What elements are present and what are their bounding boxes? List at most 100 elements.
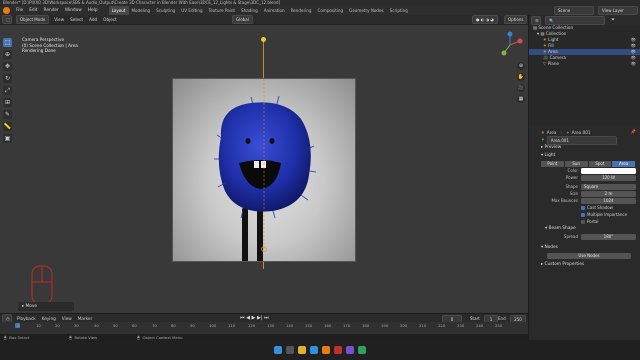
- outliner-search-field[interactable]: 🔍: [545, 15, 605, 25]
- app-icon[interactable]: [334, 346, 342, 354]
- select-box-tool-icon[interactable]: ⬚: [3, 38, 12, 47]
- annotate-tool-icon[interactable]: ✎: [3, 110, 12, 119]
- light-data-icon: ✦: [541, 137, 545, 143]
- workspace-tab-scripting[interactable]: Scripting: [387, 6, 411, 15]
- scene-selector[interactable]: Scene: [554, 6, 594, 15]
- shading-mode-buttons[interactable]: ● ◐ ◑ ◕: [472, 15, 498, 24]
- options-button[interactable]: Options: [504, 15, 528, 24]
- light-type-area[interactable]: Area: [612, 160, 635, 167]
- multiple-importance-label: Multiple Importance: [587, 212, 628, 217]
- frame-tick: 70: [152, 323, 157, 328]
- multiple-importance-row[interactable]: Multiple Importance: [541, 211, 636, 218]
- spread-label: Spread: [563, 234, 578, 239]
- add-cube-tool-icon[interactable]: ▣: [3, 134, 12, 143]
- axis-gizmo-icon[interactable]: [496, 31, 524, 59]
- power-field[interactable]: 120 W: [581, 174, 636, 181]
- frame-tick: 0: [17, 323, 20, 328]
- frame-tick: 120: [248, 323, 256, 328]
- spread-field[interactable]: 180°: [581, 233, 636, 240]
- outliner-item-plane[interactable]: ▽ Plane 👁: [529, 61, 640, 67]
- app-icon[interactable]: [358, 346, 366, 354]
- multiple-importance-checkbox[interactable]: [581, 213, 585, 217]
- cast-shadow-checkbox[interactable]: [581, 206, 585, 210]
- pin-icon[interactable]: 📌: [631, 129, 636, 135]
- frame-tick: 220: [438, 323, 446, 328]
- app-icon[interactable]: [346, 346, 354, 354]
- file-explorer-icon[interactable]: [298, 346, 306, 354]
- view-layer-name: View Layer: [602, 8, 624, 13]
- cursor-tool-icon[interactable]: ⊕: [3, 50, 12, 59]
- viewport-menu-select[interactable]: Select: [67, 15, 86, 25]
- menu-file[interactable]: File: [13, 6, 26, 15]
- outliner-panel: ▤ Scene Collection ▾ ▤ Collection ☀ Ligh…: [529, 25, 640, 125]
- max-bounces-field[interactable]: 1024: [581, 197, 636, 204]
- workspace-tab-sculpting[interactable]: Sculpting: [153, 6, 178, 15]
- viewport-menu-view[interactable]: View: [51, 15, 67, 25]
- playback-controls[interactable]: ⏮ ◀ ▶ ▶| ⏭: [240, 315, 269, 321]
- measure-tool-icon[interactable]: 📏: [3, 122, 12, 131]
- beam-shape-section-header[interactable]: ▾ Beam Shape: [541, 225, 636, 233]
- editor-type-button[interactable]: ⬚: [2, 15, 12, 24]
- use-nodes-button[interactable]: Use Nodes: [547, 252, 631, 259]
- filter-icon[interactable]: ⏷: [611, 17, 615, 23]
- move-tool-icon[interactable]: ✥: [3, 62, 12, 71]
- light-type-spot[interactable]: Spot: [588, 160, 612, 167]
- mode-selector[interactable]: Object Mode: [16, 15, 50, 24]
- light-type-sun[interactable]: Sun: [564, 160, 588, 167]
- last-operator-panel[interactable]: ▸ Move: [18, 302, 74, 311]
- camera-view-frame[interactable]: [172, 78, 356, 262]
- cast-shadow-label: Cast Shadow: [587, 205, 613, 210]
- blender-taskbar-icon[interactable]: [322, 346, 330, 354]
- frame-tick: 90: [190, 323, 195, 328]
- browser-icon[interactable]: [310, 346, 318, 354]
- timeline-ruler[interactable]: 0 10 20 30 40 50 60 70 80 90 100 110 120…: [0, 322, 528, 334]
- viewport-menu-add[interactable]: Add: [86, 15, 100, 25]
- navigation-gizmo[interactable]: [496, 31, 524, 59]
- portal-row[interactable]: Portal: [541, 218, 636, 225]
- workspace-tab-compositing[interactable]: Compositing: [314, 6, 346, 15]
- workspace-tab-shading[interactable]: Shading: [238, 6, 261, 15]
- workspace-tab-rendering[interactable]: Rendering: [288, 6, 315, 15]
- visibility-eye-icon[interactable]: 👁: [631, 61, 636, 67]
- custom-properties-section-header[interactable]: ▸ Custom Properties: [541, 261, 636, 269]
- workspace-tab-uv-editing[interactable]: UV Editing: [178, 6, 205, 15]
- transform-orientation-selector[interactable]: Global: [232, 15, 253, 24]
- portal-checkbox[interactable]: [581, 220, 585, 224]
- preview-section-header[interactable]: ▸ Preview: [541, 144, 636, 152]
- light-gizmo-icon[interactable]: [261, 37, 266, 42]
- workspace-tab-animation[interactable]: Animation: [261, 6, 288, 15]
- transform-tool-icon[interactable]: ⊞: [3, 98, 12, 107]
- size-field[interactable]: 2 m: [581, 190, 636, 197]
- cast-shadow-row[interactable]: Cast Shadow: [541, 204, 636, 211]
- shape-dropdown[interactable]: Square: [581, 183, 636, 190]
- shape-label: Shape: [565, 184, 578, 189]
- outliner-item-label: Collection: [545, 31, 567, 36]
- zoom-icon[interactable]: ⊕: [517, 62, 525, 70]
- viewport-menu-object[interactable]: Object: [100, 15, 120, 25]
- light-type-point[interactable]: Point: [541, 160, 564, 167]
- workspace-tab-texture-paint[interactable]: Texture Paint: [206, 6, 238, 15]
- grid-perspective-icon[interactable]: ▦: [517, 95, 525, 103]
- size-label: Size: [569, 191, 578, 196]
- light-section-header[interactable]: ▾ Light: [541, 152, 636, 160]
- outliner-editor-type-button[interactable]: ☰: [531, 15, 541, 25]
- search-icon[interactable]: [286, 346, 294, 354]
- scale-tool-icon[interactable]: ⤢: [3, 86, 12, 95]
- start-menu-icon[interactable]: [274, 346, 282, 354]
- frame-tick: 200: [400, 323, 408, 328]
- frame-tick: 40: [94, 323, 99, 328]
- section-label: Custom Properties: [544, 262, 585, 267]
- color-swatch[interactable]: [581, 167, 636, 174]
- camera-view-icon[interactable]: 🎥: [517, 84, 525, 92]
- pan-hand-icon[interactable]: ✋: [517, 73, 525, 81]
- nodes-section-header[interactable]: ▾ Nodes: [541, 244, 636, 252]
- blender-logo-icon[interactable]: [3, 7, 10, 14]
- frame-tick: 130: [267, 323, 275, 328]
- menu-edit[interactable]: Edit: [26, 6, 40, 15]
- view-layer-selector[interactable]: View Layer: [598, 6, 638, 15]
- workspace-tab-geometry-nodes[interactable]: Geometry Nodes: [346, 6, 387, 15]
- frame-tick: 30: [74, 323, 79, 328]
- workspace-tab-modeling[interactable]: Modeling: [129, 6, 154, 15]
- light-data-icon: ✦: [566, 129, 570, 135]
- rotate-tool-icon[interactable]: ↻: [3, 74, 12, 83]
